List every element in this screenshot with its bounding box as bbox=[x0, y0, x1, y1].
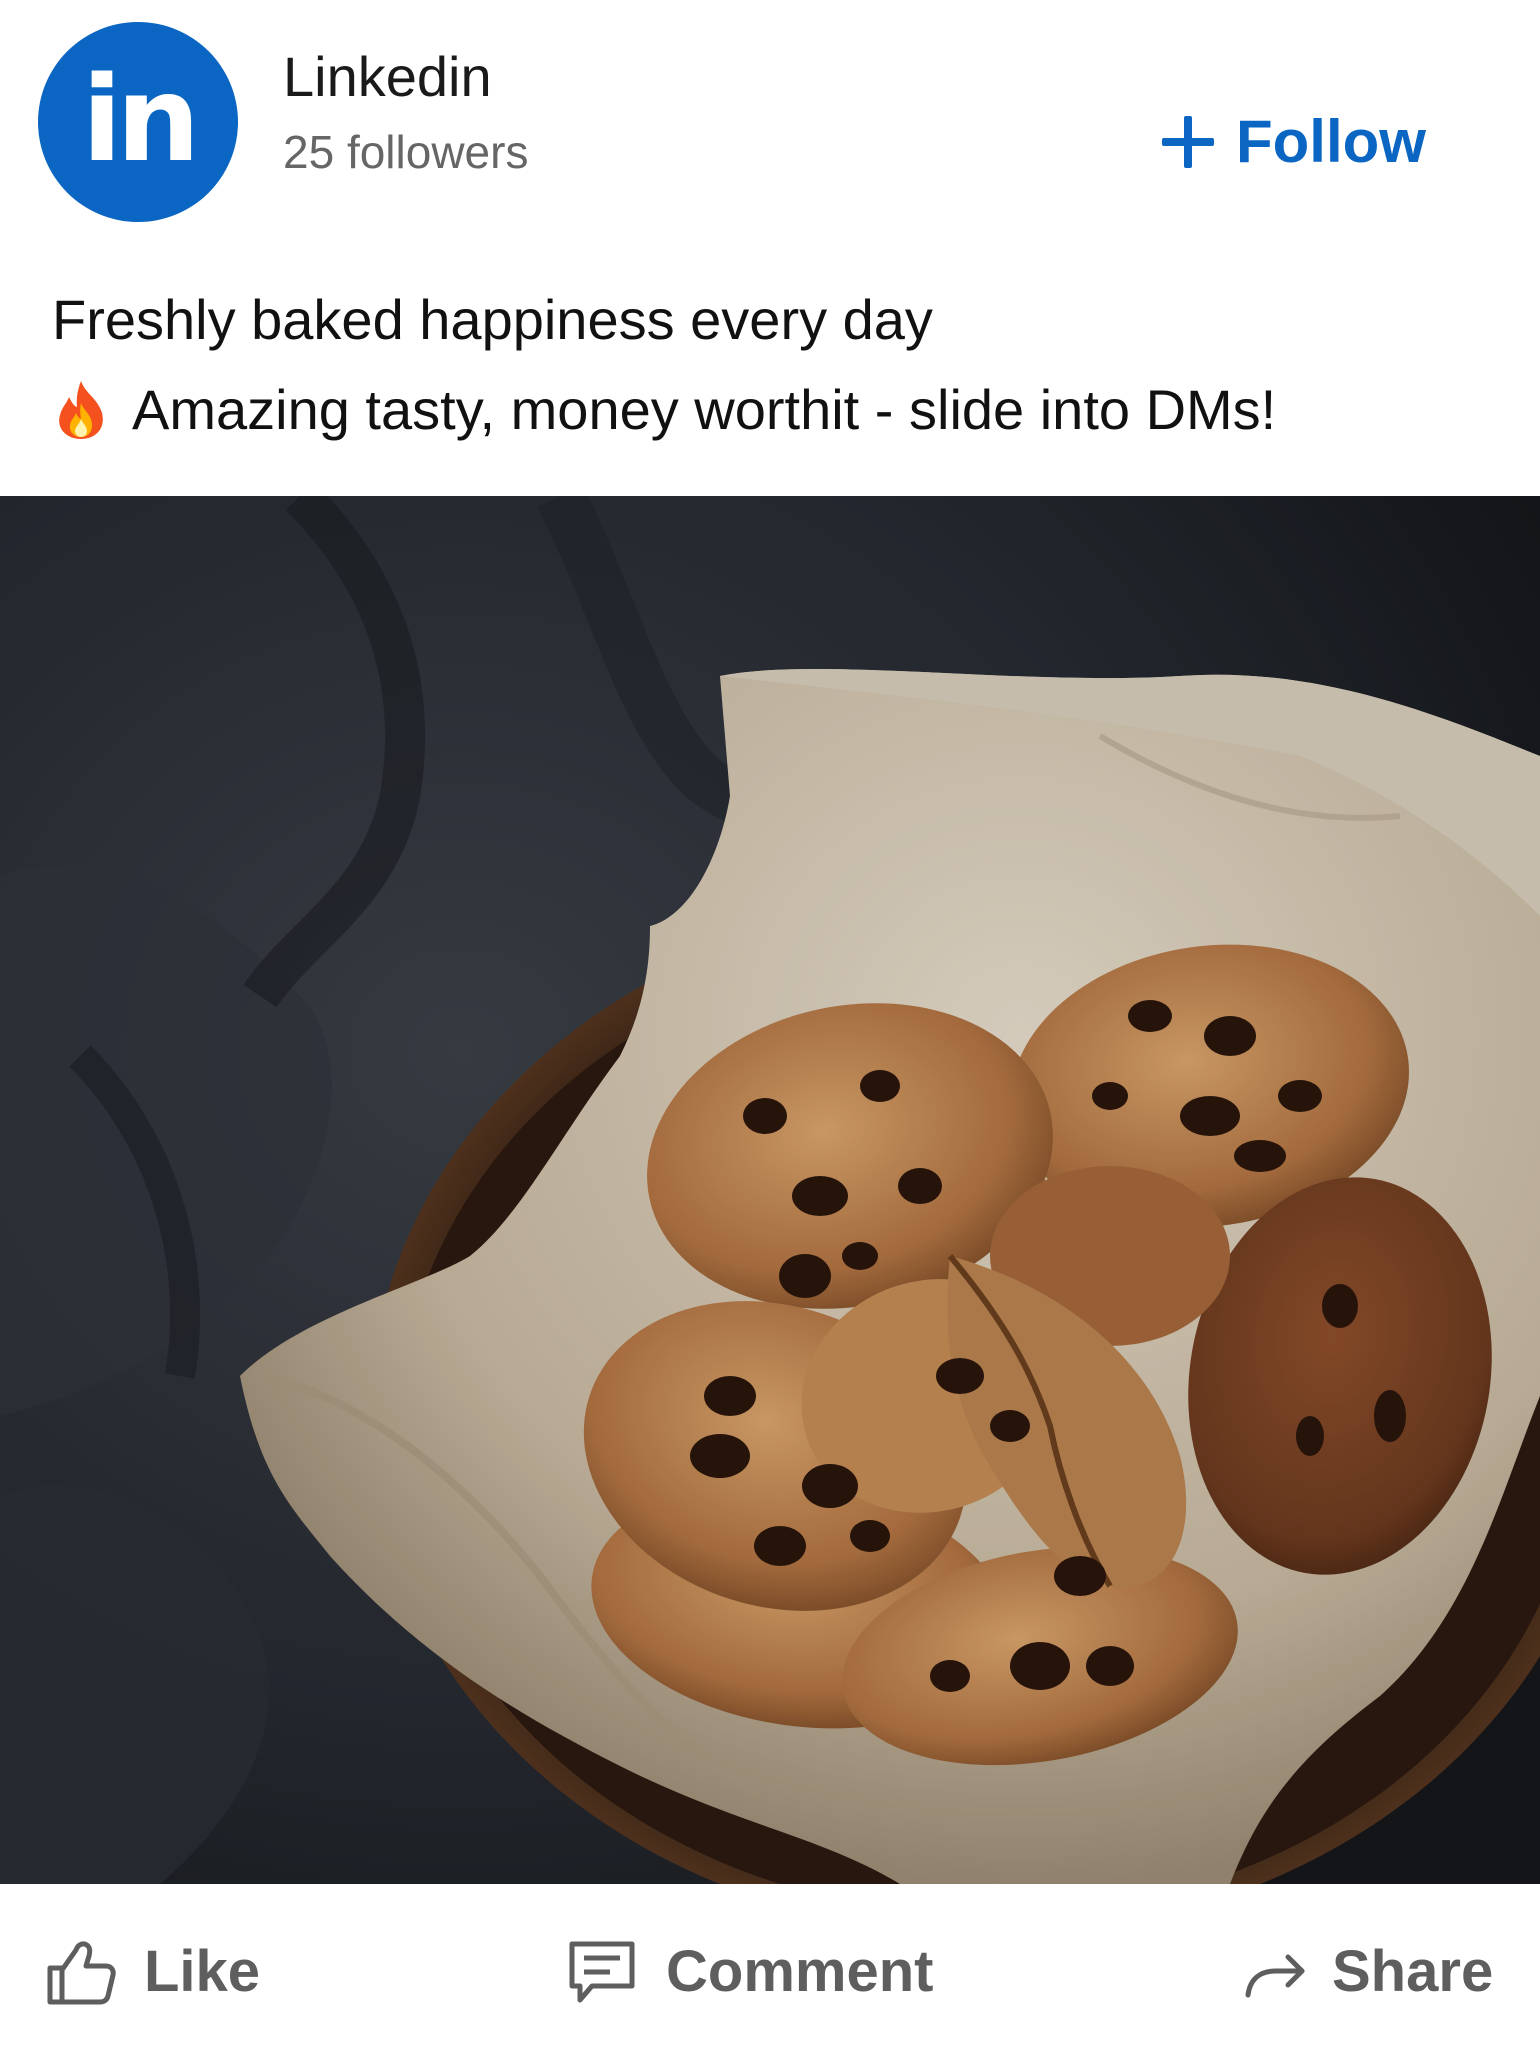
post-text: Freshly baked happiness every day Amazin… bbox=[52, 285, 1492, 465]
follower-count: 25 followers bbox=[283, 126, 529, 178]
share-button[interactable]: Share bbox=[1242, 1884, 1493, 2060]
thumbs-up-icon bbox=[47, 1941, 116, 2005]
post-image[interactable] bbox=[0, 496, 1540, 1884]
share-arrow-icon bbox=[1245, 1954, 1305, 1998]
fire-icon bbox=[59, 381, 103, 439]
share-label: Share bbox=[1332, 1939, 1494, 2004]
post-text-line-1: Freshly baked happiness every day bbox=[52, 285, 1492, 375]
company-logo-text: in bbox=[81, 50, 200, 188]
follow-button[interactable]: Follow bbox=[1158, 100, 1426, 184]
post-text-line-2: Amazing tasty, money worthit - slide int… bbox=[52, 375, 1492, 465]
comment-button[interactable]: Comment bbox=[566, 1884, 933, 2060]
post-card: in Linkedin 25 followers Follow Freshly … bbox=[0, 0, 1540, 2060]
comment-label: Comment bbox=[666, 1939, 934, 2004]
follow-label: Follow bbox=[1236, 108, 1426, 175]
plus-icon bbox=[1162, 116, 1214, 168]
comment-icon bbox=[569, 1941, 635, 2003]
post-text-line-1-text: Freshly baked happiness every day bbox=[52, 288, 933, 351]
post-actions: Like Comment Share bbox=[0, 1884, 1540, 2060]
company-name[interactable]: Linkedin bbox=[283, 42, 492, 112]
like-label: Like bbox=[144, 1939, 261, 2004]
post-text-line-2-text: Amazing tasty, money worthit - slide int… bbox=[132, 378, 1277, 441]
post-header: in Linkedin 25 followers Follow bbox=[0, 0, 1540, 250]
company-logo[interactable]: in bbox=[38, 22, 238, 222]
cookies-photo bbox=[0, 496, 1540, 1884]
like-button[interactable]: Like bbox=[44, 1884, 260, 2060]
